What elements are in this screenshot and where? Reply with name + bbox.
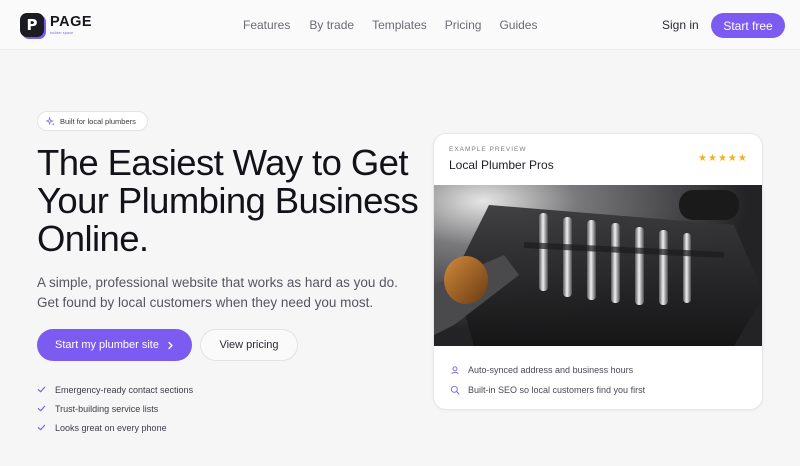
checklist-text: Looks great on every phone — [55, 422, 167, 433]
star-icon: ★ — [717, 153, 727, 164]
logo-wordmark: PAGE — [50, 14, 93, 30]
star-icon: ★ — [727, 153, 737, 164]
list-item: Auto-synced address and business hours — [450, 360, 645, 380]
hero-lead: A simple, professional website that work… — [37, 275, 398, 310]
logo-tagline: builder.space — [50, 30, 74, 35]
top-nav: P PAGE builder.space Features By trade T… — [0, 0, 800, 50]
preview-eyebrow: EXAMPLE PREVIEW — [449, 146, 527, 153]
checklist-text: Emergency-ready contact sections — [55, 384, 194, 395]
search-icon — [450, 385, 460, 395]
star-rating: ★ ★ ★ ★ ★ — [698, 154, 747, 164]
chevron-right-icon — [168, 341, 173, 349]
sparkle-icon — [46, 116, 55, 126]
nav-link-templates[interactable]: Templates — [372, 18, 427, 32]
star-icon: ★ — [698, 153, 707, 164]
audience-badge: Built for local plumbers — [37, 111, 148, 131]
list-item: Trust-building service lists — [37, 399, 193, 418]
hero-title: The Easiest Way to Get Your Plumbing Bus… — [37, 142, 419, 259]
nav-link-guides[interactable]: Guides — [499, 18, 537, 32]
feature-text: Built-in SEO so local customers find you… — [468, 385, 646, 395]
preview-feature-list: Auto-synced address and business hours B… — [450, 360, 645, 400]
nav-link-pricing[interactable]: Pricing — [445, 18, 482, 32]
star-icon: ★ — [737, 153, 747, 164]
sign-in-link[interactable]: Sign in — [662, 18, 699, 32]
logo[interactable]: P PAGE builder.space — [20, 13, 92, 37]
nav-link-features[interactable]: Features — [243, 18, 290, 32]
feature-text: Auto-synced address and business hours — [468, 365, 634, 375]
logo-mark-icon: P — [20, 13, 44, 37]
checklist-text: Trust-building service lists — [55, 403, 159, 414]
view-pricing-button[interactable]: View pricing — [200, 329, 298, 361]
location-pin-icon — [451, 366, 459, 375]
list-item: Looks great on every phone — [37, 418, 193, 437]
list-item: Emergency-ready contact sections — [37, 380, 193, 399]
plumbing-tools-photo — [434, 185, 762, 346]
star-icon: ★ — [707, 153, 717, 164]
check-icon — [37, 386, 46, 393]
start-plumber-site-label: Start my plumber site — [55, 339, 159, 351]
example-preview-card: EXAMPLE PREVIEW Local Plumber Pros ★ ★ ★… — [433, 133, 763, 410]
benefit-checklist: Emergency-ready contact sections Trust-b… — [37, 380, 193, 437]
preview-business-name: Local Plumber Pros — [449, 158, 554, 172]
nav-link-by-trade[interactable]: By trade — [309, 18, 354, 32]
nav-links: Features By trade Templates Pricing Guid… — [243, 18, 537, 32]
start-plumber-site-button[interactable]: Start my plumber site — [37, 329, 192, 361]
badge-label: Built for local plumbers — [60, 116, 136, 126]
check-icon — [37, 424, 46, 431]
start-free-button[interactable]: Start free — [711, 13, 785, 38]
check-icon — [37, 405, 46, 412]
list-item: Built-in SEO so local customers find you… — [450, 380, 645, 400]
